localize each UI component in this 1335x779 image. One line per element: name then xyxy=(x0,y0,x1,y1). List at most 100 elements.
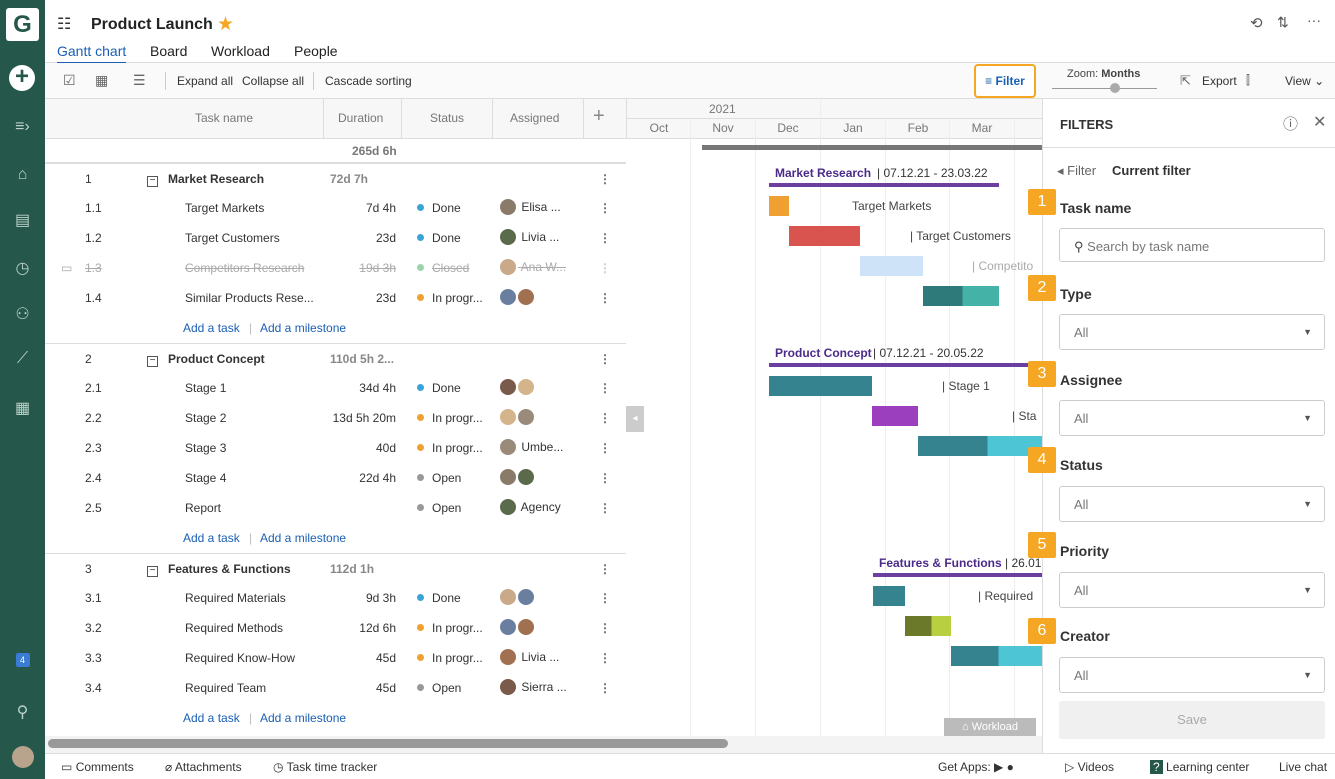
type-select[interactable]: All ▼ xyxy=(1059,314,1325,350)
task-row[interactable]: 3.1 Required Materials 9d 3h Done ⋮ xyxy=(45,583,626,613)
column-task-name[interactable]: Task name xyxy=(195,111,253,125)
task-row[interactable]: 3.4 Required Team 45d Open Sierra ... ⋮ xyxy=(45,673,626,703)
task-assignee[interactable] xyxy=(500,619,536,635)
collapse-icon[interactable]: − xyxy=(147,566,158,577)
tab-people[interactable]: People xyxy=(294,43,338,59)
columns-icon[interactable]: ⫿ xyxy=(1246,73,1250,88)
row-menu-icon[interactable]: ⋮ xyxy=(599,291,611,305)
learning-center-button[interactable]: ? Learning center xyxy=(1150,760,1249,774)
comments-button[interactable]: ▭ Comments xyxy=(61,760,134,774)
task-duration[interactable]: 7d 4h xyxy=(366,201,396,215)
task-status[interactable]: Done xyxy=(417,201,461,215)
zoom-slider-handle[interactable] xyxy=(1110,83,1120,93)
search-icon[interactable]: ⚲ xyxy=(0,702,45,722)
task-name[interactable]: Similar Products Rese... xyxy=(185,291,314,305)
videos-button[interactable]: ▷ Videos xyxy=(1065,760,1114,774)
settings-sliders-icon[interactable]: ⇅ xyxy=(1277,14,1289,31)
task-status[interactable]: Open xyxy=(417,681,461,695)
tab-gantt-chart[interactable]: Gantt chart xyxy=(57,43,127,64)
gantt-bar-competitors-research[interactable] xyxy=(860,256,923,276)
scrollbar-thumb[interactable] xyxy=(48,739,728,748)
gantt-bar-stage-3[interactable] xyxy=(918,436,1042,456)
home-icon[interactable]: ⌂ xyxy=(0,166,45,184)
workload-toggle[interactable]: ⌂ Workload xyxy=(944,718,1036,736)
task-duration[interactable]: 23d xyxy=(376,231,396,245)
task-duration[interactable]: 19d 3h xyxy=(359,261,396,275)
add-column-icon[interactable]: + xyxy=(593,105,605,128)
task-duration[interactable]: 34d 4h xyxy=(359,381,396,395)
task-duration[interactable]: 40d xyxy=(376,441,396,455)
time-tracker-button[interactable]: ◷ Task time tracker xyxy=(273,760,377,774)
task-row[interactable]: 2.3 Stage 3 40d In progr... Umbe... ⋮ xyxy=(45,433,626,463)
task-status[interactable]: Done xyxy=(417,231,461,245)
task-row[interactable]: ▭ 1.3 Competitors Research 19d 3h Closed Ana… xyxy=(45,253,626,283)
history-icon[interactable]: ⟲ xyxy=(1250,14,1263,32)
add-task-link[interactable]: Add a task xyxy=(183,531,240,545)
task-status[interactable]: In progr... xyxy=(417,621,483,635)
task-duration[interactable]: 13d 5h 20m xyxy=(333,411,396,425)
app-logo[interactable]: G xyxy=(6,8,39,41)
add-milestone-link[interactable]: Add a milestone xyxy=(260,321,346,335)
creator-select[interactable]: All ▼ xyxy=(1059,657,1325,693)
favorite-star-icon[interactable]: ★ xyxy=(217,13,234,36)
task-assignee[interactable] xyxy=(500,289,536,305)
task-row[interactable]: 1.2 Target Customers 23d Done Livia ... ⋮ xyxy=(45,223,626,253)
expand-sidebar-icon[interactable]: ≡› xyxy=(0,118,45,136)
task-row[interactable]: 3.2 Required Methods 12d 6h In progr... ⋮ xyxy=(45,613,626,643)
task-status[interactable]: In progr... xyxy=(417,411,483,425)
collapse-icon[interactable]: − xyxy=(147,356,158,367)
task-status[interactable]: Done xyxy=(417,591,461,605)
export-icon[interactable]: ⇱ xyxy=(1180,73,1191,89)
zoom-slider[interactable] xyxy=(1052,88,1157,89)
task-name[interactable]: Stage 4 xyxy=(185,471,226,485)
gantt-bar-target-customers[interactable] xyxy=(789,226,860,246)
task-duration[interactable]: 12d 6h xyxy=(359,621,396,635)
task-name[interactable]: Report xyxy=(185,501,221,515)
task-duration[interactable]: 23d xyxy=(376,291,396,305)
task-assignee[interactable]: Agency xyxy=(500,499,561,515)
task-assignee[interactable]: Sierra ... xyxy=(500,679,567,695)
row-menu-icon[interactable]: ⋮ xyxy=(599,471,611,485)
priority-select[interactable]: All ▼ xyxy=(1059,572,1325,608)
task-assignee[interactable]: Ana W... xyxy=(500,259,566,275)
task-assignee[interactable]: Elisa ... xyxy=(500,199,561,215)
project-summary-bar[interactable] xyxy=(702,145,1042,150)
projects-icon[interactable]: ▤ xyxy=(0,210,45,230)
column-duration[interactable]: Duration xyxy=(338,111,383,125)
expand-all-button[interactable]: Expand all xyxy=(177,74,233,88)
task-assignee[interactable] xyxy=(500,589,536,605)
hierarchy-icon[interactable]: ☰ xyxy=(133,72,146,89)
notifications-icon[interactable]: 4 xyxy=(0,650,45,668)
group-name[interactable]: − Features & Functions xyxy=(147,562,291,577)
status-select[interactable]: All ▼ xyxy=(1059,486,1325,522)
add-milestone-link[interactable]: Add a milestone xyxy=(260,531,346,545)
tab-board[interactable]: Board xyxy=(150,43,187,59)
task-name[interactable]: Required Team xyxy=(185,681,266,695)
gantt-bar-features-functions[interactable] xyxy=(873,573,1042,577)
row-menu-icon[interactable]: ⋮ xyxy=(599,172,611,186)
row-menu-icon[interactable]: ⋮ xyxy=(599,621,611,635)
task-assignee[interactable] xyxy=(500,469,536,485)
task-assignee[interactable] xyxy=(500,379,536,395)
task-name[interactable]: Competitors Research xyxy=(185,261,304,275)
gantt-bar-required-know-how[interactable] xyxy=(951,646,1042,666)
task-row[interactable]: 1.1 Target Markets 7d 4h Done Elisa ... ⋮ xyxy=(45,193,626,223)
filter-breadcrumb-back[interactable]: ◂ Filter xyxy=(1057,163,1096,179)
group-name[interactable]: − Market Research xyxy=(147,172,264,187)
tab-workload[interactable]: Workload xyxy=(211,43,270,59)
row-menu-icon[interactable]: ⋮ xyxy=(599,651,611,665)
task-name[interactable]: Target Customers xyxy=(185,231,280,245)
task-status[interactable]: In progr... xyxy=(417,441,483,455)
task-name[interactable]: Stage 1 xyxy=(185,381,226,395)
row-menu-icon[interactable]: ⋮ xyxy=(599,261,611,275)
row-menu-icon[interactable]: ⋮ xyxy=(599,381,611,395)
add-milestone-link[interactable]: Add a milestone xyxy=(260,711,346,725)
cascade-sorting-button[interactable]: Cascade sorting xyxy=(325,74,412,88)
task-row[interactable]: 1.4 Similar Products Rese... 23d In progr..… xyxy=(45,283,626,313)
reports-icon[interactable]: ⟋ xyxy=(0,350,45,368)
comment-icon[interactable]: ▭ xyxy=(61,261,72,275)
column-status[interactable]: Status xyxy=(430,111,464,125)
group-row[interactable]: 3 − Features & Functions 112d 1h ⋮ xyxy=(45,553,626,583)
task-status[interactable]: In progr... xyxy=(417,291,483,305)
gantt-bar-product-concept[interactable] xyxy=(769,363,1042,367)
